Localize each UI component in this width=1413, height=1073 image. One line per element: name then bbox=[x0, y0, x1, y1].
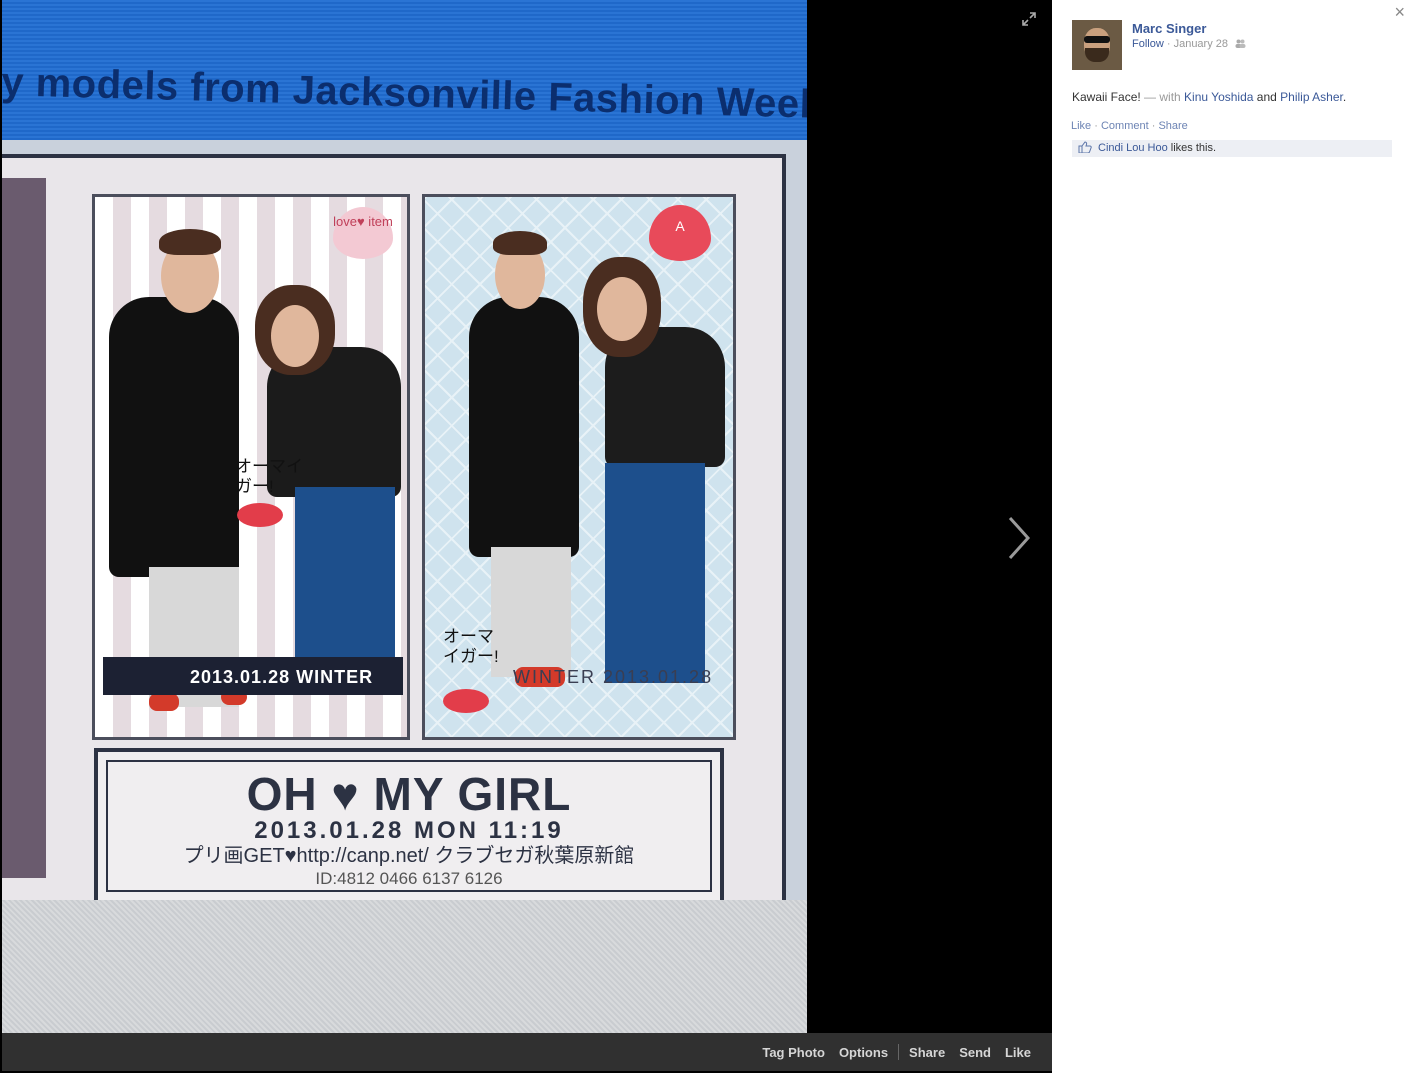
person-right-head bbox=[271, 305, 319, 367]
friends-audience-icon[interactable] bbox=[1235, 39, 1246, 48]
liker-link[interactable]: Cindi Lou Hoo bbox=[1098, 142, 1168, 154]
likes-text: likes this. bbox=[1167, 142, 1217, 154]
person-right-legs bbox=[605, 463, 705, 683]
tagged-person-link[interactable]: Philip Asher bbox=[1280, 90, 1343, 104]
caption-text: Kawaii Face! bbox=[1072, 90, 1141, 104]
photo-toolbar: Tag Photo Options Share Send Like bbox=[2, 1033, 1052, 1071]
sticker-card-inner: love♥ item オーマイガー! 2013.01.28 WINTER A オ… bbox=[2, 154, 786, 912]
post-meta: Follow · January 28 bbox=[1132, 38, 1246, 50]
share-link[interactable]: Share bbox=[1158, 120, 1187, 132]
frame1-date: 2013.01.28 WINTER bbox=[190, 667, 374, 687]
likes-summary: Cindi Lou Hoo likes this. bbox=[1072, 140, 1392, 157]
sticker-frame-left: love♥ item オーマイガー! 2013.01.28 WINTER bbox=[92, 194, 410, 740]
table-surface bbox=[2, 900, 807, 1033]
photo-sticker-card: love♥ item オーマイガー! 2013.01.28 WINTER A オ… bbox=[2, 140, 807, 912]
sticker-footer-inner: OH ♥ MY GIRL 2013.01.28 MON 11:19 プリ画GET… bbox=[106, 760, 712, 892]
expand-icon[interactable] bbox=[1022, 12, 1038, 28]
callout-omg: オーマイガー! bbox=[235, 457, 303, 496]
footer-id: ID:4812 0466 6137 6126 bbox=[315, 869, 503, 888]
action-separator: · bbox=[1148, 120, 1159, 132]
avatar-beard bbox=[1085, 48, 1109, 62]
person-left-coat bbox=[109, 297, 239, 577]
tagged-person-link[interactable]: Kinu Yoshida bbox=[1184, 90, 1253, 104]
photo[interactable]: y models from Jacksonville Fashion Week … bbox=[2, 0, 807, 1033]
chevron-right-icon[interactable] bbox=[1000, 510, 1036, 566]
toolbar-divider bbox=[898, 1044, 900, 1060]
kiss-sticker bbox=[443, 689, 489, 713]
kiss-sticker bbox=[237, 503, 283, 527]
send-button[interactable]: Send bbox=[952, 1045, 998, 1060]
sticker-footer: OH ♥ MY GIRL 2013.01.28 MON 11:19 プリ画GET… bbox=[94, 748, 724, 904]
footer-date: 2013.01.28 MON 11:19 bbox=[254, 817, 564, 844]
avatar[interactable] bbox=[1072, 20, 1122, 70]
caption-and: and bbox=[1253, 90, 1281, 104]
shoe bbox=[149, 693, 179, 711]
share-button[interactable]: Share bbox=[902, 1045, 952, 1060]
author-name[interactable]: Marc Singer bbox=[1132, 21, 1206, 36]
banner-text: y models from Jacksonville Fashion Week bbox=[2, 60, 807, 127]
post-actions: Like · Comment · Share bbox=[1071, 120, 1188, 132]
caption-period: . bbox=[1342, 90, 1347, 104]
avatar-sunglasses bbox=[1084, 36, 1110, 43]
sticker-love-item: love♥ item bbox=[333, 207, 393, 259]
photo-banner: y models from Jacksonville Fashion Week bbox=[2, 0, 807, 140]
person-left-hair bbox=[493, 231, 547, 255]
meta-separator: · bbox=[1163, 38, 1174, 50]
post-date[interactable]: January 28 bbox=[1174, 38, 1228, 50]
photo-caption: Kawaii Face! — with Kinu Yoshida and Phi… bbox=[1072, 90, 1346, 104]
comment-link[interactable]: Comment bbox=[1101, 120, 1149, 132]
tag-photo-button[interactable]: Tag Photo bbox=[755, 1045, 832, 1060]
caption-with: — with bbox=[1140, 90, 1185, 104]
thumbs-up-icon bbox=[1078, 141, 1092, 153]
person-right-head bbox=[597, 277, 647, 341]
close-icon[interactable]: × bbox=[1394, 2, 1405, 23]
toolbar-actions: Tag Photo Options Share Send Like bbox=[755, 1044, 1038, 1060]
photo-stage: y models from Jacksonville Fashion Week … bbox=[0, 0, 1052, 1073]
callout-omg: オーマイガー! bbox=[443, 627, 499, 666]
person-left-coat bbox=[469, 297, 579, 557]
options-button[interactable]: Options bbox=[832, 1045, 895, 1060]
photo-sidebar: × Marc Singer Follow · January 28 Kawaii… bbox=[1052, 0, 1413, 1073]
footer-title: OH ♥ MY GIRL bbox=[246, 768, 572, 820]
like-link[interactable]: Like bbox=[1071, 120, 1091, 132]
sticker-frame-right: A オーマイガー! WINTER 2013.01.28 bbox=[422, 194, 736, 740]
person-left-hair bbox=[159, 229, 221, 255]
footer-url: プリ画GET♥http://canp.net/ クラブセガ秋葉原新館 bbox=[183, 845, 635, 867]
left-partial-strip bbox=[2, 178, 46, 878]
follow-link[interactable]: Follow bbox=[1132, 38, 1164, 50]
frame2-date: WINTER 2013.01.28 bbox=[513, 667, 714, 687]
action-separator: · bbox=[1091, 120, 1101, 132]
like-button[interactable]: Like bbox=[998, 1045, 1038, 1060]
